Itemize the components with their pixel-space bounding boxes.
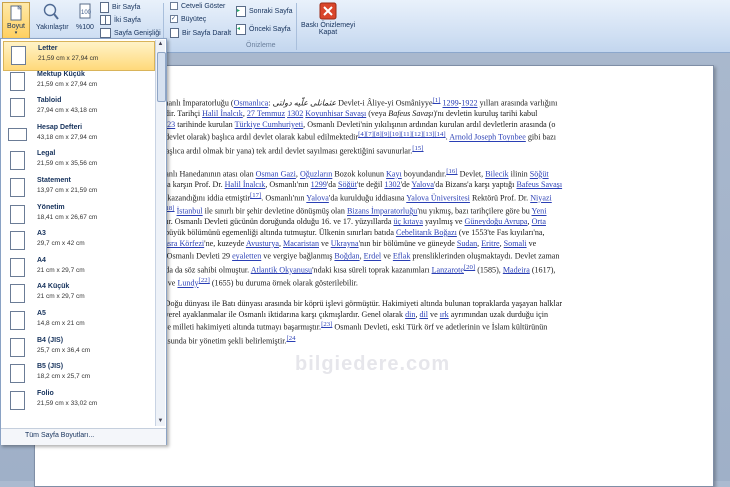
previous-page-button[interactable]: ◂ Önceki Sayfa	[236, 24, 291, 35]
next-page-icon: ▸	[236, 6, 246, 17]
page-icon	[10, 231, 25, 251]
page-icon	[10, 71, 25, 91]
page-size-name: B5 (JIS)	[37, 363, 64, 371]
page-size-dimensions: 27,94 cm x 43,18 cm	[37, 107, 98, 115]
page-size-option[interactable]: Letter 21,59 cm x 27,94 cm	[3, 41, 155, 71]
page-size-dimensions: 21 cm x 29,7 cm	[37, 293, 85, 301]
scroll-up-icon[interactable]: ▲	[157, 40, 164, 48]
checkbox-unchecked-icon	[170, 2, 178, 10]
page-icon	[10, 151, 25, 171]
one-page-button[interactable]: Bir Sayfa	[100, 2, 140, 13]
page-icon	[10, 284, 25, 304]
ribbon-separator	[296, 3, 297, 50]
close-preview-button[interactable]: Baskı Önizlemeyi Kapat	[300, 2, 356, 36]
page-size-option[interactable]: Legal 21,59 cm x 35,56 cm	[3, 147, 153, 175]
two-pages-icon	[100, 15, 111, 25]
close-icon	[319, 2, 337, 20]
page-size-name: A4	[37, 256, 46, 264]
page-size-dimensions: 21,59 cm x 33,02 cm	[37, 399, 98, 407]
magnifier-checkbox[interactable]: ✓ Büyüteç	[170, 15, 206, 23]
page-size-option[interactable]: Tabloid 27,94 cm x 43,18 cm	[3, 94, 153, 122]
page-icon	[10, 98, 25, 118]
page-size-name: A5	[37, 310, 46, 317]
next-page-button[interactable]: ▸ Sonraki Sayfa	[236, 6, 293, 17]
page-size-option[interactable]: B4 (JIS) 25,7 cm x 36,4 cm	[3, 334, 153, 362]
svg-text:100: 100	[81, 10, 92, 16]
page-icon	[10, 311, 25, 330]
show-ruler-checkbox[interactable]: Cetveli Göster	[170, 2, 225, 10]
page-size-name: Tabloid	[37, 97, 62, 105]
page-size-gallery: Letter 21,59 cm x 27,94 cm Mektup Küçük 21,…	[0, 38, 167, 445]
page-size-dimensions: 21 cm x 29,7 cm	[37, 266, 85, 274]
page-size-dimensions: 29,7 cm x 42 cm	[37, 240, 85, 248]
two-pages-button[interactable]: İki Sayfa	[100, 15, 141, 25]
page-size-dimensions: 14,8 cm x 21 cm	[37, 320, 85, 327]
page-size-name: A3	[37, 230, 46, 238]
page-size-dimensions: 18,41 cm x 26,67 cm	[37, 213, 98, 221]
zoom-button[interactable]: Yakınlaştır	[36, 2, 69, 31]
page-size-option[interactable]: B5 (JIS) 18,2 cm x 25,7 cm	[3, 360, 153, 388]
scrollbar-thumb[interactable]	[157, 52, 166, 102]
page-icon	[10, 257, 25, 277]
page-size-dimensions: 21,59 cm x 35,56 cm	[37, 160, 98, 168]
shrink-page-icon	[170, 28, 179, 38]
page-size-name: Legal	[37, 150, 56, 158]
zoom-100-button[interactable]: 100 %100	[74, 2, 96, 31]
page-size-name: Statement	[37, 177, 71, 184]
all-page-sizes-link[interactable]: Tüm Sayfa Boyutları...	[1, 428, 166, 445]
page-size-option[interactable]: A4 Küçük 21 cm x 29,7 cm	[3, 280, 153, 308]
page-size-name: Hesap Defteri	[37, 123, 83, 131]
page-size-option[interactable]: A3 29,7 cm x 42 cm	[3, 227, 153, 255]
gallery-scrollbar[interactable]: ▲ ▼	[155, 40, 166, 426]
page-size-option[interactable]: Mektup Küçük 21,59 cm x 27,94 cm	[3, 68, 153, 96]
magnifier-icon	[43, 3, 59, 20]
page-width-button[interactable]: Sayfa Genişliği	[100, 28, 161, 38]
page-icon	[8, 127, 27, 141]
page-size-dimensions: 21,59 cm x 27,94 cm	[37, 80, 98, 88]
previous-page-icon: ◂	[236, 24, 246, 35]
checkbox-checked-icon: ✓	[170, 15, 178, 23]
shrink-one-page-button[interactable]: Bir Sayfa Daralt	[170, 28, 231, 38]
one-page-icon	[100, 2, 109, 13]
group-label-preview: Önizleme	[246, 42, 276, 49]
page-size-dimensions: 13,97 cm x 21,59 cm	[37, 187, 98, 194]
page-size-option[interactable]: A4 21 cm x 29,7 cm	[3, 254, 153, 282]
page-icon	[11, 46, 26, 65]
page-size-name: Mektup Küçük	[37, 70, 85, 78]
page-size-name: B4 (JIS)	[37, 336, 64, 344]
page-size-name: A4 Küçük	[37, 283, 70, 291]
page-size-option[interactable]: Yönetim 18,41 cm x 26,67 cm	[3, 201, 153, 229]
page-icon	[10, 204, 25, 224]
page-100-icon: 100	[79, 3, 92, 19]
page-size-dimensions: 18,2 cm x 25,7 cm	[37, 373, 91, 381]
scroll-down-icon[interactable]: ▼	[157, 417, 164, 425]
page-icon	[10, 364, 25, 384]
page-size-option[interactable]: Statement 13,97 cm x 21,59 cm	[3, 174, 153, 202]
page-size-dimensions: 43,18 cm x 27,94 cm	[37, 133, 98, 141]
page-size-name: Yönetim	[37, 203, 65, 211]
page-width-icon	[100, 28, 111, 38]
page-size-option[interactable]: Hesap Defteri 43,18 cm x 27,94 cm	[3, 121, 153, 149]
page-icon	[10, 178, 25, 197]
page-size-name: Letter	[38, 45, 58, 52]
page-size-icon	[10, 5, 22, 21]
page-size-dimensions: 25,7 cm x 36,4 cm	[37, 346, 91, 354]
page-size-dimensions: 21,59 cm x 27,94 cm	[38, 55, 99, 62]
page-icon	[10, 390, 25, 410]
page-size-name: Folio	[37, 389, 54, 397]
page-size-option[interactable]: A5 14,8 cm x 21 cm	[3, 307, 153, 335]
boyut-button[interactable]: Boyut ▾	[2, 2, 30, 40]
page-icon	[10, 337, 25, 357]
watermark: bilgiedere.com	[295, 353, 451, 375]
page-size-option[interactable]: Folio 21,59 cm x 33,02 cm	[3, 387, 153, 415]
